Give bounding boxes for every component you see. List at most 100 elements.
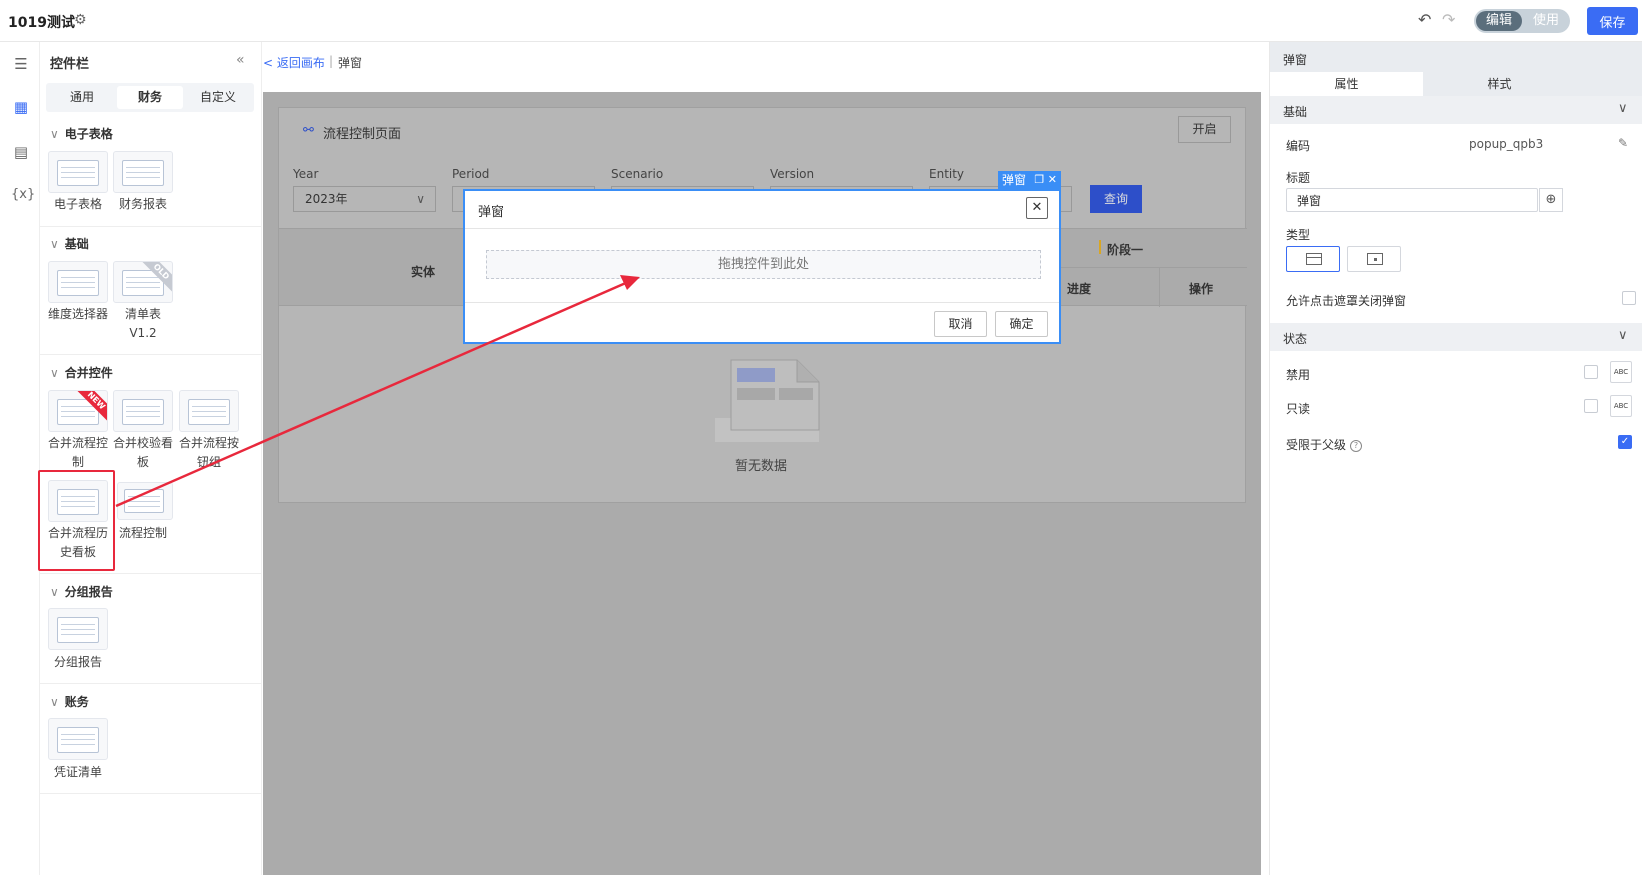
expression-button[interactable]: ABC [1610, 395, 1632, 417]
query-button[interactable]: 查询 [1090, 185, 1142, 213]
empty-data-icon [715, 359, 820, 442]
filter-label-scenario: Scenario [611, 167, 664, 181]
tab-style[interactable]: 样式 [1423, 72, 1576, 96]
collapse-icon[interactable]: « [236, 52, 245, 68]
tile-voucher-list[interactable] [48, 718, 108, 760]
tile-label: 合并校验看 [112, 436, 173, 450]
settings-icon[interactable]: ⚙ [74, 12, 87, 28]
cancel-button[interactable]: 取消 [934, 311, 987, 337]
type-option-drawer[interactable] [1347, 246, 1401, 272]
tile-financial-report[interactable] [113, 151, 173, 193]
section-accounting[interactable]: ∨ 账务 [50, 693, 89, 710]
copy-icon[interactable]: ❐ [1034, 173, 1044, 186]
save-button[interactable]: 保存 [1587, 7, 1638, 35]
tile-group-report[interactable] [48, 608, 108, 650]
tile-merge-check-board[interactable] [113, 390, 173, 432]
globe-icon[interactable]: ⊕ [1539, 188, 1563, 212]
title-label: 标题 [1286, 171, 1311, 185]
tile-label: 维度选择器 [47, 307, 108, 321]
outline-tree-icon[interactable]: ☰ [11, 54, 31, 74]
back-to-canvas-link[interactable]: < 返回画布 [263, 54, 325, 71]
flow-icon: ⚯ [303, 123, 314, 138]
undo-icon[interactable]: ↶ [1418, 10, 1431, 29]
column-stage-one: 阶段一 [1107, 243, 1144, 257]
column-progress: 进度 [1067, 282, 1092, 296]
edit-icon[interactable]: ✎ [1618, 136, 1628, 150]
divider [40, 573, 262, 574]
limited-by-parent-checkbox[interactable]: ✓ [1618, 435, 1632, 449]
tile-spreadsheet[interactable] [48, 151, 108, 193]
chevron-down-icon: ∨ [50, 237, 59, 251]
mask-close-label: 允许点击遮罩关闭弹窗 [1286, 294, 1407, 308]
chevron-down-icon: ∨ [1618, 328, 1628, 343]
dialog-selection-tag[interactable]: 弹窗 ❐ ✕ [998, 171, 1061, 189]
top-bar: 1019测试 ⚙ ↶ ↷ 编辑 使用 保存 [0, 0, 1642, 42]
empty-text: 暂无数据 [735, 459, 788, 474]
chevron-down-icon: ∨ [416, 192, 425, 206]
redo-icon[interactable]: ↷ [1442, 10, 1455, 29]
expression-button[interactable]: ABC [1610, 361, 1632, 383]
tile-label: 板 [136, 455, 149, 469]
tile-label: 钮组 [196, 455, 221, 469]
dialog-title: 弹窗 [478, 205, 505, 220]
readonly-label: 只读 [1286, 402, 1311, 416]
help-icon[interactable]: ? [1350, 439, 1363, 452]
section-group-report[interactable]: ∨ 分组报告 [50, 583, 113, 600]
breadcrumb-separator: | [329, 54, 334, 68]
tile-label: 电子表格 [53, 197, 102, 211]
card-title: 流程控制页面 [323, 127, 402, 142]
dialog-close-button[interactable]: ✕ [1026, 197, 1048, 219]
tile-list-table[interactable]: OLD [113, 261, 173, 303]
data-table-icon[interactable]: ▤ [11, 142, 31, 162]
components-grid-icon[interactable]: ▦ [11, 97, 31, 117]
mode-edit-option[interactable]: 编辑 [1476, 11, 1522, 31]
tile-label: 流程控制 [118, 526, 167, 540]
disabled-checkbox[interactable] [1584, 365, 1598, 379]
tab-properties[interactable]: 属性 [1270, 72, 1423, 96]
tile-flow-control[interactable] [117, 482, 173, 520]
mask-close-checkbox[interactable] [1622, 291, 1636, 305]
divider [40, 683, 262, 684]
divider [40, 354, 262, 355]
section-basic[interactable]: ∨ 基础 [50, 235, 89, 252]
section-spreadsheet[interactable]: ∨ 电子表格 [50, 125, 113, 142]
group-title: 状态 [1283, 332, 1308, 346]
header-divider [1059, 267, 1247, 268]
chevron-down-icon: ∨ [50, 585, 59, 599]
open-button[interactable]: 开启 [1178, 116, 1231, 143]
tile-merge-flow-control[interactable]: NEW [48, 390, 108, 432]
highlight-annotation [38, 470, 115, 571]
property-panel: 弹窗 属性 样式 基础 ∨ 编码 popup_qpb3 ✎ 标题 ⊕ 类型 允许… [1269, 42, 1642, 875]
divider [465, 302, 1059, 303]
section-consolidation[interactable]: ∨ 合并控件 [50, 364, 113, 381]
mode-use-option[interactable]: 使用 [1524, 11, 1568, 31]
filter-label-version: Version [770, 167, 815, 181]
filter-label-period: Period [452, 167, 490, 181]
group-basic[interactable]: 基础 ∨ [1270, 96, 1642, 124]
column-operations: 操作 [1189, 282, 1214, 296]
control-panel: 控件栏 « 通用 财务 自定义 ∨ 电子表格 电子表格 财务报表 ∨ 基础 维度选择… [40, 42, 262, 875]
tile-merge-flow-buttons[interactable] [179, 390, 239, 432]
variables-icon[interactable]: {x} [11, 185, 35, 205]
type-label: 类型 [1286, 228, 1311, 242]
close-icon[interactable]: ✕ [1048, 173, 1057, 186]
popup-dialog[interactable]: 弹窗 ✕ 拖拽控件到此处 取消 确定 [463, 189, 1061, 344]
confirm-button[interactable]: 确定 [995, 311, 1048, 337]
header-divider [1159, 267, 1160, 307]
drop-zone[interactable]: 拖拽控件到此处 [486, 250, 1041, 279]
tab-general[interactable]: 通用 [49, 86, 115, 109]
property-panel-header: 弹窗 [1270, 42, 1642, 72]
disabled-label: 禁用 [1286, 368, 1311, 382]
filter-year-select[interactable]: 2023年 ∨ [293, 186, 436, 212]
readonly-checkbox[interactable] [1584, 399, 1598, 413]
tab-finance[interactable]: 财务 [117, 86, 183, 109]
code-value: popup_qpb3 [1469, 137, 1544, 151]
title-input[interactable] [1286, 188, 1538, 212]
tile-label: 财务报表 [118, 197, 167, 211]
tile-dimension-selector[interactable] [48, 261, 108, 303]
group-state[interactable]: 状态 ∨ [1270, 323, 1642, 351]
left-icon-rail: ☰ ▦ ▤ {x} [0, 42, 40, 875]
tab-custom[interactable]: 自定义 [185, 86, 251, 109]
mode-toggle[interactable]: 编辑 使用 [1474, 9, 1570, 33]
type-option-modal[interactable] [1286, 246, 1340, 272]
